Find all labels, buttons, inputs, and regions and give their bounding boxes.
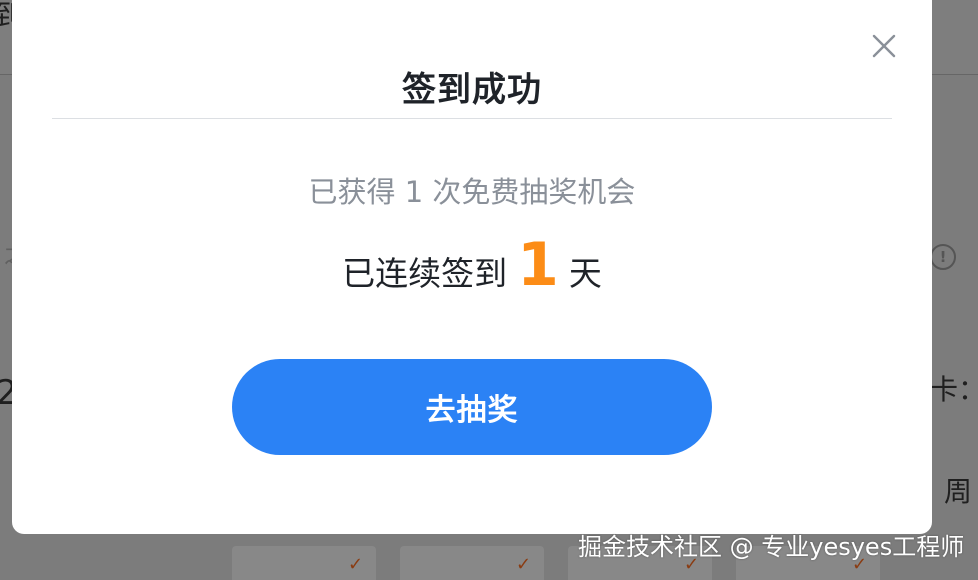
screen: 到 之 2 卡： 周 ! ✓ ✓ ✓ ✓ 签到成功 已获得 1 次免费抽奖机会 … bbox=[0, 0, 978, 580]
watermark: 掘金技术社区 @ 专业yesyes工程师 bbox=[578, 533, 965, 561]
title-divider bbox=[52, 118, 892, 119]
dialog-title: 签到成功 bbox=[402, 70, 542, 110]
close-button[interactable] bbox=[870, 32, 898, 60]
streak-suffix: 天 bbox=[568, 254, 602, 293]
reward-message: 已获得 1 次免费抽奖机会 bbox=[308, 175, 636, 209]
info-icon: ! bbox=[930, 244, 956, 270]
streak-message: 已连续签到 1 天 bbox=[12, 230, 932, 300]
background-card-label: 卡： bbox=[930, 373, 978, 406]
streak-prefix: 已连续签到 bbox=[342, 254, 508, 293]
background-week-label: 周 bbox=[944, 475, 973, 508]
check-icon: ✓ bbox=[348, 554, 364, 575]
checkin-success-dialog: 签到成功 已获得 1 次免费抽奖机会 已连续签到 1 天 去抽奖 bbox=[12, 0, 932, 534]
close-icon bbox=[872, 34, 896, 58]
streak-count: 1 bbox=[517, 230, 559, 300]
go-draw-button[interactable]: 去抽奖 bbox=[232, 359, 712, 455]
check-icon: ✓ bbox=[516, 554, 532, 575]
